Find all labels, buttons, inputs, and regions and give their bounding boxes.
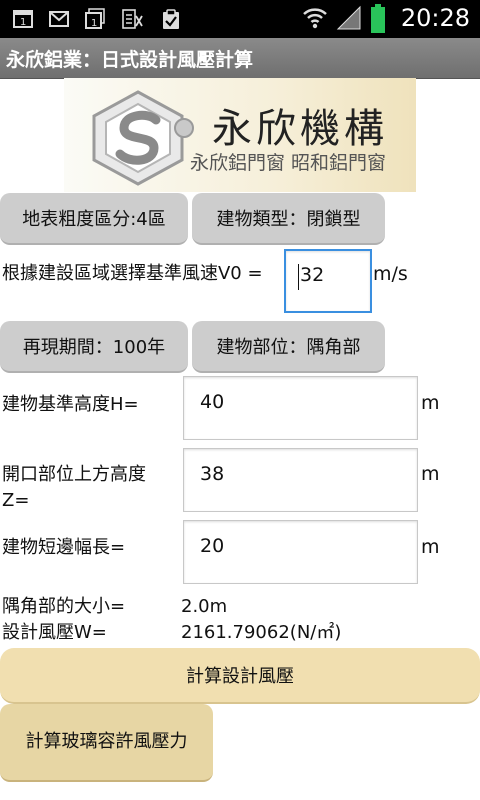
wind-speed-value: 32	[300, 264, 325, 286]
clipboard-check-icon	[163, 9, 179, 29]
company-logo: 永欣機構 永欣鋁門窗 昭和鋁門窗	[64, 78, 416, 192]
short-side-input[interactable]: 20	[183, 520, 418, 584]
return-period-button[interactable]: 再現期間：100年	[0, 321, 188, 373]
return-period-button-label: 再現期間：100年	[22, 337, 166, 358]
status-bar: 1 1 20:28	[0, 0, 480, 38]
svg-text:1: 1	[20, 17, 26, 28]
wifi-icon	[303, 8, 327, 29]
short-side-unit: m	[421, 536, 440, 558]
gmail-icon	[49, 11, 69, 27]
clock-time: 20:28	[400, 4, 470, 32]
short-side-label: 建物短邊幅長=	[2, 537, 126, 558]
opening-z-value: 38	[200, 463, 225, 485]
building-type-button-label: 建物類型：閉鎖型	[216, 209, 361, 230]
wind-speed-input[interactable]: 32	[284, 249, 372, 313]
logo-subtitle: 永欣鋁門窗 昭和鋁門窗	[190, 152, 387, 174]
notification-1b-icon: 1	[85, 8, 105, 29]
calc-pressure-button[interactable]: 計算設計風壓	[0, 648, 480, 704]
wind-speed-label: 根據建設區域選擇基準風速V0 =	[2, 263, 263, 284]
height-h-label: 建物基準高度H=	[2, 394, 139, 415]
app-title: 永欣鋁業：日式設計風壓計算	[6, 49, 254, 71]
short-side-value: 20	[200, 535, 225, 557]
roughness-button[interactable]: 地表粗度區分:4區	[0, 193, 188, 245]
notification-1-icon: 1	[13, 10, 33, 28]
logo-company-name: 永欣機構	[212, 106, 388, 152]
calc-pressure-button-label: 計算設計風壓	[186, 666, 294, 687]
corner-size-value: 2.0m	[181, 596, 228, 617]
wind-speed-unit: m/s	[373, 263, 408, 285]
design-pressure-value: 2161.79062(N/㎡)	[181, 622, 342, 643]
design-pressure-label: 設計風壓W=	[2, 622, 107, 643]
battery-icon	[371, 4, 385, 33]
roughness-button-label: 地表粗度區分:4區	[22, 209, 166, 230]
corner-size-label: 隅角部的大小=	[2, 596, 126, 617]
signal-icon	[336, 5, 361, 30]
text-caret	[298, 264, 299, 290]
title-bar: 永欣鋁業：日式設計風壓計算	[0, 38, 480, 79]
translate-icon	[122, 9, 143, 29]
building-part-button-label: 建物部位：隅角部	[216, 337, 361, 358]
calc-glass-button-label: 計算玻璃容許風壓力	[25, 731, 188, 752]
building-part-button[interactable]: 建物部位：隅角部	[192, 321, 385, 373]
opening-z-label: 開口部位上方高度Z=	[2, 464, 146, 511]
svg-text:1: 1	[91, 18, 97, 29]
opening-z-unit: m	[421, 463, 440, 485]
height-h-input[interactable]: 40	[183, 376, 418, 440]
height-h-value: 40	[200, 391, 225, 413]
company-logo-emblem-icon	[92, 90, 194, 186]
opening-z-input[interactable]: 38	[183, 448, 418, 512]
height-h-unit: m	[421, 392, 440, 414]
calc-glass-button[interactable]: 計算玻璃容許風壓力	[0, 704, 213, 782]
building-type-button[interactable]: 建物類型：閉鎖型	[192, 193, 385, 245]
